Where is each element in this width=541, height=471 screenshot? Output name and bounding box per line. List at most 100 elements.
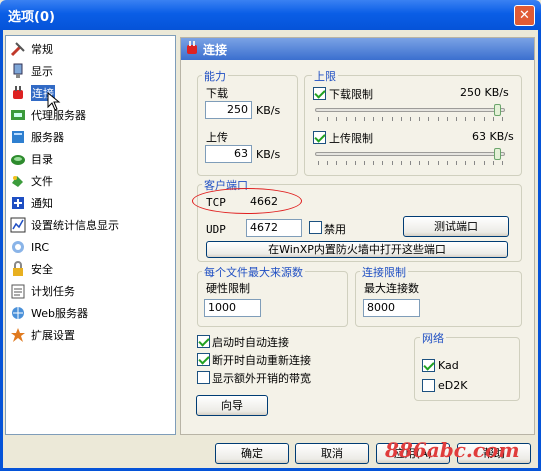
- slider-tick: [465, 117, 467, 121]
- download-limit-slider-track[interactable]: [315, 108, 505, 112]
- sidebar-item-directory[interactable]: 目录: [10, 149, 53, 169]
- upload-limit-slider-track[interactable]: [315, 152, 505, 156]
- ed2k-label: eD2K: [438, 379, 468, 392]
- ed2k-checkbox[interactable]: [422, 379, 435, 392]
- slider-tick: [502, 117, 503, 121]
- sidebar-item-extended[interactable]: 扩展设置: [10, 325, 75, 345]
- hard-limit-input[interactable]: 1000: [204, 299, 261, 317]
- folder-icon: [10, 151, 26, 167]
- sidebar-item-general[interactable]: 常规: [10, 39, 53, 59]
- upload-limit-checkbox[interactable]: [313, 131, 326, 144]
- slider-tick: [428, 161, 430, 165]
- slider-tick: [318, 161, 319, 165]
- sidebar-item-webserver[interactable]: Web服务器: [10, 303, 88, 323]
- upload-limit-slider-thumb[interactable]: [494, 148, 502, 160]
- sidebar-item-label: IRC: [31, 240, 50, 254]
- connection-limit-title: 连接限制: [360, 264, 408, 280]
- kad-label: Kad: [438, 359, 459, 372]
- download-limit-value: 250 KB/s: [460, 86, 509, 99]
- slider-tick: [446, 117, 448, 121]
- slider-tick: [391, 161, 393, 165]
- download-limit-checkbox[interactable]: [313, 87, 326, 100]
- slider-tick: [456, 161, 457, 165]
- sidebar-item-display[interactable]: 显示: [10, 61, 53, 81]
- annotation-ellipse: [192, 188, 302, 214]
- sidebar-item-statistics[interactable]: 设置统计信息显示: [10, 215, 119, 235]
- slider-tick: [483, 117, 485, 121]
- sidebar-item-label: 显示: [31, 65, 53, 78]
- sidebar-item-label: 通知: [31, 197, 53, 210]
- slider-tick: [354, 161, 356, 165]
- sidebar-item-notify[interactable]: 通知: [10, 193, 53, 213]
- slider-tick: [382, 117, 384, 121]
- window-title: 选项(0): [8, 10, 55, 25]
- test-port-button[interactable]: 测试端口: [403, 216, 509, 237]
- sidebar-item-security[interactable]: 安全: [10, 259, 53, 279]
- disable-udp-label: 禁用: [324, 223, 346, 236]
- disable-udp-checkbox[interactable]: [309, 221, 322, 234]
- sidebar-item-server[interactable]: 服务器: [10, 127, 64, 147]
- open-firewall-ports-button[interactable]: 在WinXP内置防火墙中打开这些端口: [206, 241, 508, 258]
- upload-limit-label: 上传限制: [329, 132, 373, 145]
- auto-reconnect-label: 断开时自动重新连接: [212, 354, 311, 367]
- network-title: 网络: [420, 330, 446, 346]
- sidebar-item-label: 目录: [31, 153, 53, 166]
- slider-tick: [492, 117, 494, 121]
- capacity-title: 能力: [202, 68, 228, 84]
- download-capacity-unit: KB/s: [256, 104, 281, 117]
- close-button[interactable]: ✕: [514, 5, 535, 26]
- limits-title: 上限: [312, 68, 338, 84]
- sidebar-item-irc[interactable]: IRC: [10, 237, 49, 257]
- display-icon: [10, 63, 26, 79]
- download-limit-slider-thumb[interactable]: [494, 104, 502, 116]
- slider-tick: [437, 117, 439, 121]
- slider-tick: [382, 161, 384, 165]
- sidebar-item-label: 设置统计信息显示: [31, 219, 119, 232]
- upload-capacity-label: 上传: [206, 131, 228, 144]
- slider-tick: [465, 161, 467, 165]
- upload-capacity-input[interactable]: 63: [205, 145, 252, 163]
- show-overhead-checkbox[interactable]: [197, 371, 210, 384]
- sidebar-item-files[interactable]: 文件: [10, 171, 53, 191]
- max-connections-input[interactable]: 8000: [363, 299, 420, 317]
- web-icon: [10, 305, 26, 321]
- slider-tick: [446, 161, 448, 165]
- watermark: 886abc.com: [385, 438, 520, 462]
- slider-tick: [502, 161, 503, 165]
- sidebar: 常规 显示 连接 代理服务器 服务器 目录 文件 通知 设置统计信息显示 IRC…: [5, 35, 176, 435]
- slider-tick: [410, 117, 411, 121]
- slider-tick: [428, 117, 430, 121]
- slider-tick: [364, 161, 365, 165]
- slider-tick: [327, 117, 329, 121]
- download-capacity-input[interactable]: 250: [205, 101, 252, 119]
- lock-icon: [10, 261, 26, 277]
- slider-tick: [345, 161, 347, 165]
- ok-button[interactable]: 确定: [215, 443, 289, 464]
- sidebar-item-label: 服务器: [31, 131, 64, 144]
- slider-tick: [492, 161, 494, 165]
- slider-tick: [474, 161, 476, 165]
- slider-tick: [419, 161, 421, 165]
- sidebar-item-schedule[interactable]: 计划任务: [10, 281, 75, 301]
- title-bar[interactable]: 选项(0) ✕: [0, 0, 541, 30]
- udp-port-input[interactable]: 4672: [246, 219, 302, 237]
- notify-icon: [10, 195, 26, 211]
- kad-checkbox[interactable]: [422, 359, 435, 372]
- tools-icon: [10, 41, 26, 57]
- slider-tick: [437, 161, 439, 165]
- auto-reconnect-checkbox[interactable]: [197, 353, 210, 366]
- slider-tick: [327, 161, 329, 165]
- sidebar-item-label: 文件: [31, 175, 53, 188]
- panel-title: 连接: [203, 43, 228, 57]
- hard-limit-label: 硬性限制: [206, 282, 250, 295]
- download-limit-label: 下载限制: [329, 88, 373, 101]
- sidebar-item-label: Web服务器: [31, 307, 88, 320]
- cancel-button[interactable]: 取消: [295, 443, 369, 464]
- slider-tick: [474, 117, 476, 121]
- file-icon: [10, 173, 26, 189]
- auto-connect-checkbox[interactable]: [197, 335, 210, 348]
- slider-tick: [336, 117, 338, 121]
- server-icon: [10, 129, 26, 145]
- wizard-button[interactable]: 向导: [196, 395, 268, 416]
- sidebar-item-label: 常规: [31, 43, 53, 56]
